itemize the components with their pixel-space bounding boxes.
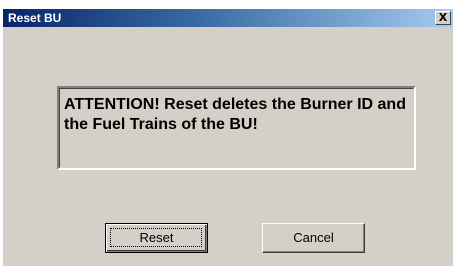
message-panel: ATTENTION! Reset deletes the Burner ID a… [57,86,416,170]
reset-button[interactable]: Reset [105,223,208,253]
cancel-button[interactable]: Cancel [262,223,365,253]
close-icon: X [438,11,448,24]
message-panel-inner: ATTENTION! Reset deletes the Burner ID a… [59,88,414,168]
title-bar[interactable]: Reset BU X [3,9,453,27]
cancel-button-label: Cancel [293,230,334,245]
warning-message: ATTENTION! Reset deletes the Burner ID a… [64,96,406,133]
reset-button-label: Reset [139,230,174,245]
dialog-title: Reset BU [8,11,62,25]
reset-bu-dialog: Reset BU X ATTENTION! Reset deletes the … [3,9,453,266]
close-button[interactable]: X [435,11,451,25]
